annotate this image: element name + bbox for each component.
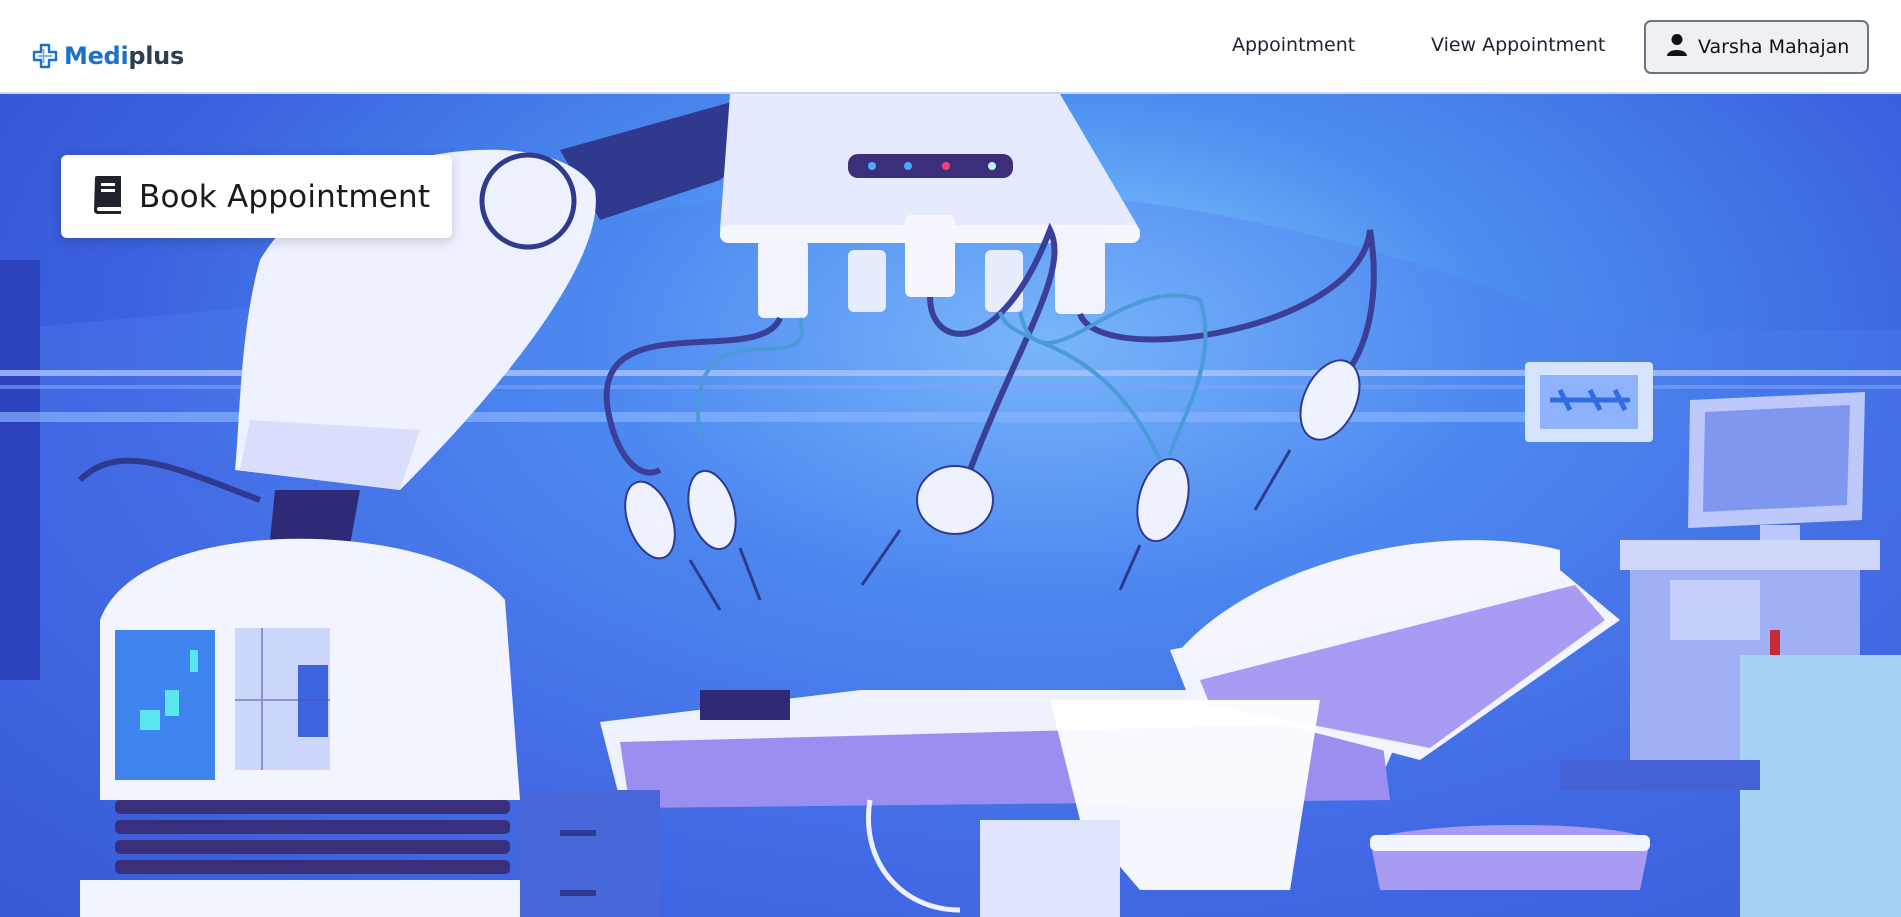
book-icon [91,175,123,219]
brand-logo[interactable]: Mediplus [32,42,184,70]
book-appointment-button[interactable]: Book Appointment [61,155,452,238]
brand-name: Mediplus [64,42,184,70]
user-name: Varsha Mahajan [1698,36,1850,58]
nav-appointment-link[interactable]: Appointment [1232,34,1355,56]
hero-banner: Book Appointment [0,94,1901,917]
book-appointment-label: Book Appointment [139,178,431,215]
user-profile-button[interactable]: Varsha Mahajan [1644,20,1869,74]
medical-cross-icon [32,43,58,69]
brand-name-plus: plus [128,42,184,70]
nav-view-appointment-link[interactable]: View Appointment [1431,34,1605,56]
brand-name-medi: Medi [64,42,129,70]
top-navbar: Mediplus Appointment View Appointment Va… [0,0,1901,94]
user-icon [1666,33,1688,61]
